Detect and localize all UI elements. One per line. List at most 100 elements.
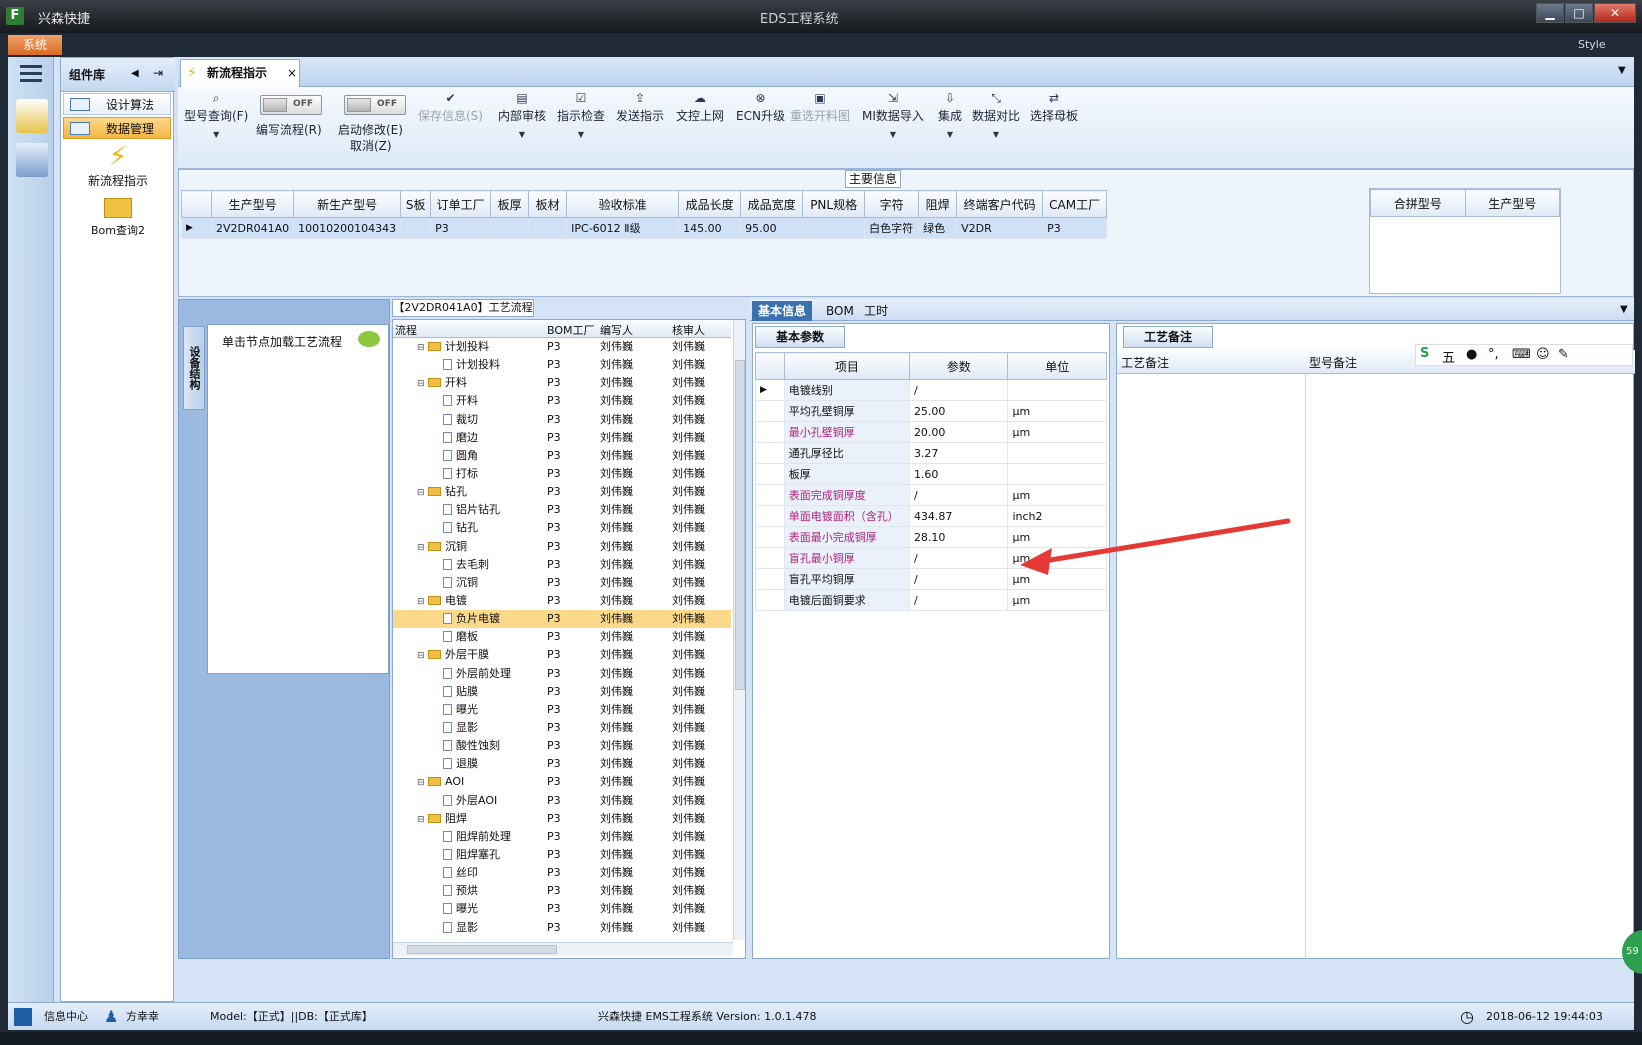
param-value[interactable]: 20.00 <box>908 421 1009 443</box>
grid-icon[interactable] <box>14 1008 32 1026</box>
param-row[interactable]: 最小孔壁铜厚 20.00 μm <box>755 421 1107 443</box>
col-3[interactable]: 订单工厂 <box>430 190 492 218</box>
param-value[interactable]: 25.00 <box>908 400 1009 422</box>
col-reviewer[interactable]: 核审人 <box>672 322 705 338</box>
collapse-icon[interactable]: ⊟ <box>417 339 426 357</box>
flow-row[interactable]: 沉铜 P3 刘伟巍 刘伟巍 <box>393 574 731 592</box>
data-compare-button[interactable]: ⤡ 数据对比 ▼ <box>972 91 1020 139</box>
flow-row[interactable]: 曝光 P3 刘伟巍 刘伟巍 <box>393 900 731 918</box>
ecn-upgrade-button[interactable]: ⊗ ECN升级 <box>736 91 785 124</box>
flow-row[interactable]: 铝片钻孔 P3 刘伟巍 刘伟巍 <box>393 501 731 519</box>
flow-row[interactable]: 外层AOI P3 刘伟巍 刘伟巍 <box>393 792 731 810</box>
param-row[interactable]: 盲孔最小铜厚 / μm <box>755 547 1107 569</box>
lib-item-design-algorithm[interactable]: 设计算法 <box>63 93 171 115</box>
col-7[interactable]: 成品长度 <box>678 190 742 218</box>
flow-row[interactable]: 阻焊塞孔 P3 刘伟巍 刘伟巍 <box>393 846 731 864</box>
flow-row[interactable]: 酸性蚀刻 P3 刘伟巍 刘伟巍 <box>393 737 731 755</box>
col-4[interactable]: 板厚 <box>490 190 530 218</box>
horizontal-scrollbar[interactable] <box>393 942 733 956</box>
ime-mode[interactable]: 五 <box>1442 347 1455 366</box>
param-value[interactable]: / <box>908 379 1009 401</box>
flow-row[interactable]: ⊟ 开料 P3 刘伟巍 刘伟巍 <box>393 374 731 392</box>
flow-row[interactable]: 钻孔 P3 刘伟巍 刘伟巍 <box>393 519 731 537</box>
tab-basic-info[interactable]: 基本信息 <box>752 301 813 321</box>
flow-row[interactable]: ⊟ 外层干膜 P3 刘伟巍 刘伟巍 <box>393 646 731 664</box>
flow-row[interactable]: 曝光 P3 刘伟巍 刘伟巍 <box>393 701 731 719</box>
ime-toolbar[interactable]: S 五 ● °, ⌨ ☺ ✎ <box>1415 344 1633 366</box>
integrate-button[interactable]: ⇩ 集成 ▼ <box>938 91 962 139</box>
param-row[interactable]: 通孔厚径比 3.27 <box>755 442 1107 464</box>
param-row[interactable]: 表面最小完成铜厚 28.10 μm <box>755 526 1107 548</box>
doc-online-button[interactable]: ☁ 文控上网 <box>676 91 724 124</box>
model-query-button[interactable]: ⌕ 型号查询(F) ▼ <box>184 91 248 139</box>
flow-row[interactable]: 计划投料 P3 刘伟巍 刘伟巍 <box>393 356 731 374</box>
col-12[interactable]: 终端客户代码 <box>956 190 1044 218</box>
cell-4[interactable] <box>490 217 530 239</box>
col-8[interactable]: 成品宽度 <box>740 190 804 218</box>
save-info-button[interactable]: ✔ 保存信息(S) <box>418 91 483 124</box>
col-0[interactable]: 生产型号 <box>210 190 295 218</box>
wrench-icon[interactable]: ✎ <box>1558 347 1569 362</box>
system-menu[interactable]: 系统 <box>8 35 62 55</box>
flow-row[interactable]: ⊟ 沉铜 P3 刘伟巍 刘伟巍 <box>393 538 731 556</box>
collapse-icon[interactable]: ⊟ <box>417 375 426 393</box>
col-flow[interactable]: 流程 <box>395 322 417 338</box>
flow-row[interactable]: 打标 P3 刘伟巍 刘伟巍 <box>393 465 731 483</box>
collapse-icon[interactable]: ⊟ <box>417 593 426 611</box>
internal-review-button[interactable]: ▤ 内部审核 ▼ <box>498 91 546 139</box>
param-value[interactable]: / <box>908 589 1009 611</box>
flow-row[interactable]: 开料 P3 刘伟巍 刘伟巍 <box>393 392 731 410</box>
param-row[interactable]: 电镀后面铜要求 / μm <box>755 589 1107 611</box>
flow-row[interactable]: 退膜 P3 刘伟巍 刘伟巍 <box>393 755 731 773</box>
col-merge-model[interactable]: 合拼型号 <box>1370 189 1466 217</box>
maximize-button[interactable]: □ <box>1565 3 1593 23</box>
row-indicator-icon[interactable]: ▶ <box>181 217 212 239</box>
flow-row[interactable]: ⊟ 阻焊 P3 刘伟巍 刘伟巍 <box>393 810 731 828</box>
collapse-icon[interactable]: ⊟ <box>417 811 426 829</box>
col-11[interactable]: 阻焊 <box>918 190 958 218</box>
collapse-left-icon[interactable]: ◀ <box>131 68 139 79</box>
cell-1[interactable]: 10010200104343 <box>293 217 402 239</box>
cell-2[interactable] <box>400 217 432 239</box>
flow-row[interactable]: 阻焊前处理 P3 刘伟巍 刘伟巍 <box>393 828 731 846</box>
select-mother-board-button[interactable]: ⇄ 选择母板 <box>1030 91 1078 124</box>
param-row[interactable]: 单面电镀面积（含孔） 434.87 inch2 <box>755 505 1107 527</box>
instruction-check-button[interactable]: ☑ 指示检查 ▼ <box>557 91 605 139</box>
send-instruction-button[interactable]: ⇪ 发送指示 <box>616 91 664 124</box>
tab-close-icon[interactable]: × <box>287 60 297 86</box>
flow-row[interactable]: 丝印 P3 刘伟巍 刘伟巍 <box>393 864 731 882</box>
col-1[interactable]: 新生产型号 <box>293 190 402 218</box>
write-flow-toggle[interactable]: OFF <box>260 95 322 115</box>
cell-11[interactable]: 绿色 <box>918 217 958 239</box>
param-value[interactable]: / <box>908 484 1009 506</box>
tab-equipment-structure[interactable]: 设备结构 <box>183 326 205 410</box>
collapse-icon[interactable]: ⊟ <box>417 647 426 665</box>
pin-icon[interactable]: ⇥ <box>153 66 163 80</box>
param-row[interactable]: 表面完成铜厚度 / μm <box>755 484 1107 506</box>
param-row[interactable]: 盲孔平均铜厚 / μm <box>755 568 1107 590</box>
col-process-notes[interactable]: 工艺备注 <box>1121 354 1169 371</box>
style-label[interactable]: Style <box>1578 38 1606 51</box>
col-13[interactable]: CAM工厂 <box>1042 190 1108 218</box>
param-value[interactable]: 28.10 <box>908 526 1009 548</box>
factory-icon[interactable] <box>16 99 48 133</box>
collapse-icon[interactable]: ⊟ <box>417 484 426 502</box>
hamburger-icon[interactable] <box>20 65 42 68</box>
param-value[interactable]: / <box>908 568 1009 590</box>
flow-row[interactable]: ⊟ 计划投料 P3 刘伟巍 刘伟巍 <box>393 338 731 356</box>
tab-work-hours[interactable]: 工时 <box>858 301 894 321</box>
vertical-scrollbar[interactable] <box>733 320 745 940</box>
chevron-down-icon[interactable]: ▼ <box>1618 65 1626 76</box>
flow-row[interactable]: 显影 P3 刘伟巍 刘伟巍 <box>393 719 731 737</box>
calculator-icon[interactable] <box>16 143 48 177</box>
param-row[interactable]: 平均孔壁铜厚 25.00 μm <box>755 400 1107 422</box>
param-value[interactable]: / <box>908 547 1009 569</box>
col-10[interactable]: 字符 <box>864 190 920 218</box>
user-icon[interactable]: ☺ <box>1536 347 1550 362</box>
col-2[interactable]: S板 <box>400 190 432 218</box>
param-value[interactable]: 3.27 <box>908 442 1009 464</box>
tab-new-flow[interactable]: ⚡ 新流程指示 × <box>180 59 300 87</box>
flow-row[interactable]: ⊟ 电镀 P3 刘伟巍 刘伟巍 <box>393 592 731 610</box>
tool-new-flow[interactable]: ⚡ 新流程指示 <box>75 142 161 189</box>
cell-5[interactable] <box>528 217 568 239</box>
